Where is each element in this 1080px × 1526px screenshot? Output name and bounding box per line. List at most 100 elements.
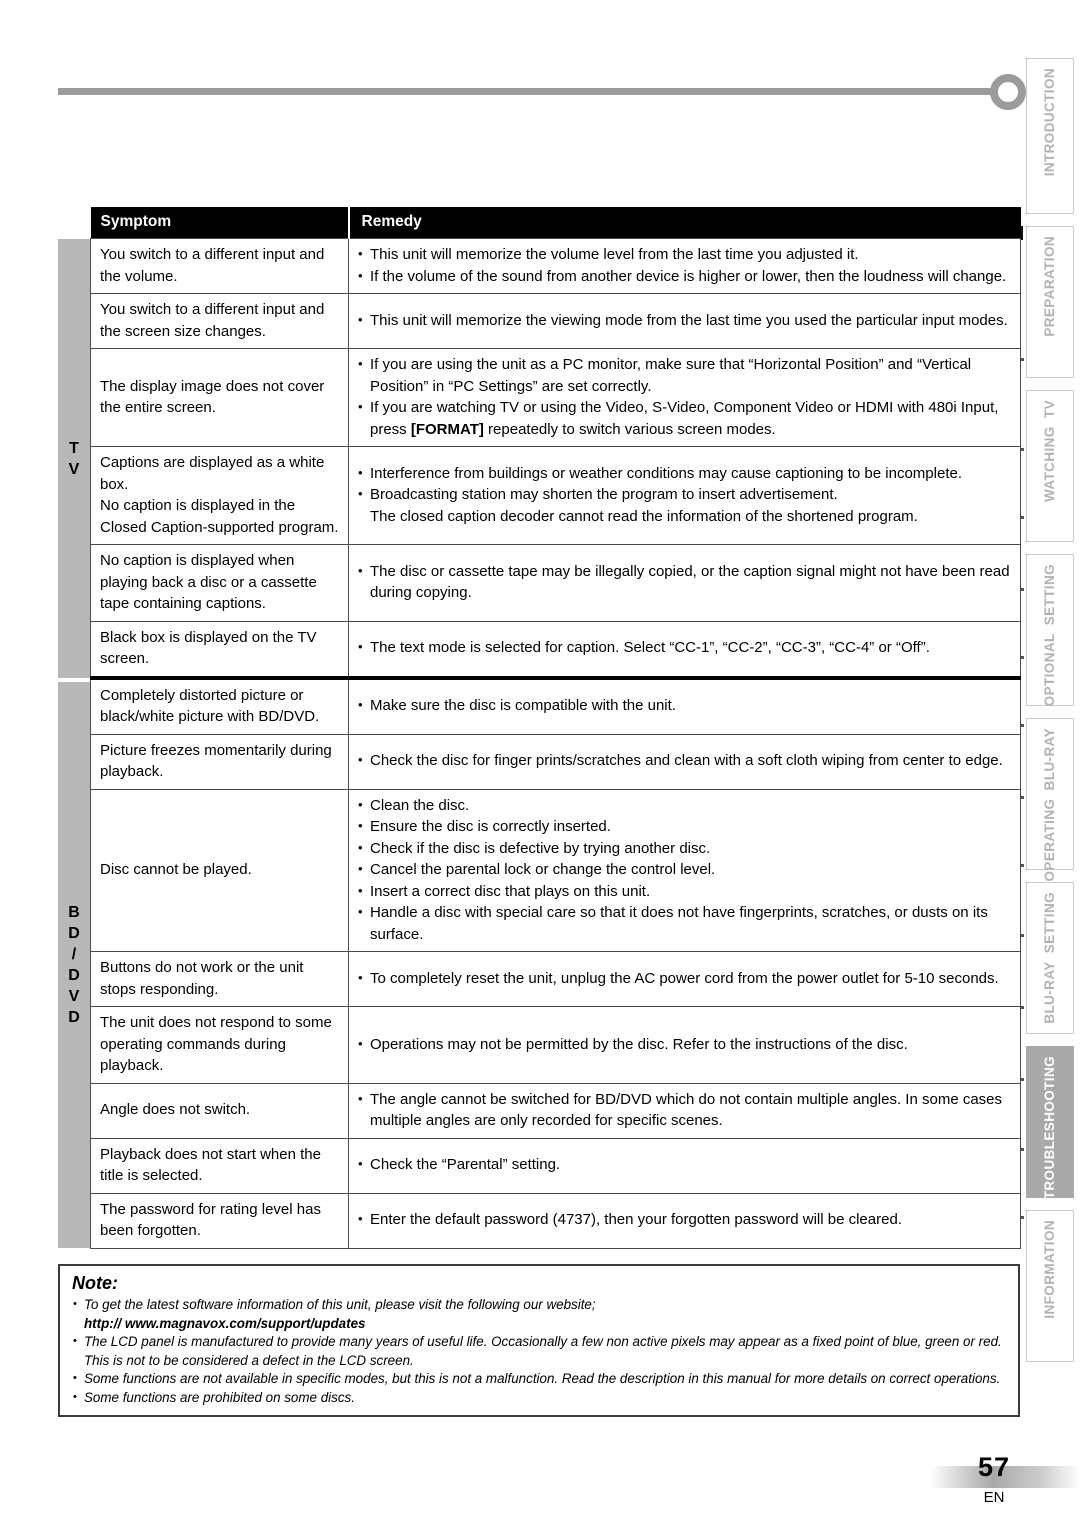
section-tab-strip: INTRODUCTION PREPARATION WATCHING TV OPTION… [1012, 58, 1076, 1388]
remedy-item: Clean the disc. [357, 794, 1014, 817]
table-row: You switch to a different input and the … [90, 238, 1021, 294]
section-tab-label: PREPARATION [1042, 236, 1057, 337]
category-label-bd-dvd: B D / D V D [68, 904, 80, 1026]
symptom-cell: Disc cannot be played. [90, 788, 349, 952]
note-item: Some functions are not available in spec… [72, 1369, 1008, 1389]
remedy-cell: This unit will memorize the viewing mode… [348, 293, 1021, 349]
table-row: Buttons do not work or the unit stops re… [90, 951, 1021, 1007]
category-label-tv: T V [68, 439, 80, 478]
symptom-cell: You switch to a different input and the … [90, 238, 349, 294]
remedy-item: This unit will memorize the volume level… [357, 243, 1014, 266]
section-tab-label: INFORMATION [1042, 1220, 1057, 1319]
symptom-text: The display image does not cover the ent… [100, 377, 325, 417]
table-row: The display image does not cover the ent… [90, 348, 1021, 447]
remedy-list: The angle cannot be switched for BD/DVD … [357, 1088, 1014, 1132]
remedy-item: The angle cannot be switched for BD/DVD … [357, 1088, 1014, 1132]
remedy-cell: The angle cannot be switched for BD/DVD … [348, 1082, 1021, 1139]
section-tab-information[interactable]: INFORMATION [1026, 1210, 1074, 1362]
symptom-cell: Angle does not switch. [90, 1082, 349, 1139]
remedy-item: If the volume of the sound from another … [357, 265, 1014, 288]
key-label: [FORMAT] [410, 420, 484, 438]
section-tab-preparation[interactable]: PREPARATION [1026, 226, 1074, 378]
table-row: Completely distorted picture or black/wh… [90, 675, 1021, 735]
remedy-item: The disc or cassette tape may be illegal… [357, 560, 1014, 604]
table-body: You switch to a different input and the … [90, 238, 1021, 1249]
section-tab-label: WATCHING TV [1042, 400, 1057, 503]
remedy-list: The text mode is selected for caption. S… [357, 636, 1014, 659]
remedy-list: Clean the disc.Ensure the disc is correc… [357, 794, 1014, 946]
symptom-cell: Buttons do not work or the unit stops re… [90, 951, 349, 1007]
remedy-item: Check the disc for finger prints/scratch… [357, 749, 1014, 772]
symptom-text: Disc cannot be played. [100, 861, 252, 878]
symptom-cell: Picture freezes momentarily during playb… [90, 733, 349, 790]
note-item: To get the latest software information o… [72, 1295, 1008, 1334]
section-tab-label: OPERATING BLU-RAY [1042, 728, 1057, 882]
remedy-list: This unit will memorize the viewing mode… [357, 309, 1014, 332]
remedy-cell: Operations may not be permitted by the d… [348, 1006, 1021, 1084]
remedy-list: Make sure the disc is compatible with th… [357, 694, 1014, 717]
note-item: Some functions are prohibited on some di… [72, 1388, 1008, 1408]
remedy-cell: Interference from buildings or weather c… [348, 446, 1021, 545]
category-bar-tv: T V [58, 239, 90, 678]
section-tab-introduction[interactable]: INTRODUCTION [1026, 58, 1074, 214]
symptom-cell: The display image does not cover the ent… [90, 348, 349, 447]
note-url[interactable]: http:// www.magnavox.com/support/updates [84, 1315, 1008, 1334]
symptom-text: Playback does not start when the title i… [100, 1145, 321, 1185]
section-tab-watching-tv[interactable]: WATCHING TV [1026, 390, 1074, 542]
symptom-text: No caption is displayed when playing bac… [100, 552, 317, 612]
section-tab-troubleshooting[interactable]: TROUBLESHOOTING [1026, 1046, 1074, 1200]
symptom-text: No caption is displayed in the Closed Ca… [100, 497, 339, 536]
table-row: Picture freezes momentarily during playb… [90, 733, 1021, 790]
remedy-item: Enter the default password (4737), then … [357, 1208, 1014, 1231]
section-tab-label: TROUBLESHOOTING [1042, 1056, 1057, 1200]
remedy-cell: The text mode is selected for caption. S… [348, 620, 1021, 678]
category-bar-bd-dvd: B D / D V D [58, 682, 90, 1248]
symptom-text: The unit does not respond to some operat… [100, 1014, 332, 1074]
remedy-list: The disc or cassette tape may be illegal… [357, 560, 1014, 604]
header-ring-decoration [990, 74, 1026, 110]
symptom-cell: You switch to a different input and the … [90, 293, 349, 349]
page-number: 57 [977, 1452, 1011, 1482]
symptom-text: The password for rating level has been f… [100, 1200, 321, 1240]
remedy-item: Operations may not be permitted by the d… [357, 1033, 1014, 1056]
page-language-code: EN [983, 1489, 1005, 1506]
remedy-list: Enter the default password (4737), then … [357, 1208, 1014, 1231]
section-tab-operating-blu-ray[interactable]: OPERATING BLU-RAY [1026, 718, 1074, 881]
remedy-list: To completely reset the unit, unplug the… [357, 967, 1014, 990]
remedy-list: Operations may not be permitted by the d… [357, 1033, 1014, 1056]
remedy-list: This unit will memorize the volume level… [357, 243, 1014, 288]
remedy-item: The closed caption decoder cannot read t… [370, 507, 918, 525]
section-tab-label: INTRODUCTION [1042, 68, 1057, 177]
table-row: You switch to a different input and the … [90, 293, 1021, 349]
remedy-item: If you are using the unit as a PC monito… [357, 353, 1014, 397]
remedy-cell: The disc or cassette tape may be illegal… [348, 544, 1021, 622]
remedy-cell: Clean the disc.Ensure the disc is correc… [348, 788, 1021, 952]
section-tab-label: OPTIONAL SETTING [1042, 564, 1057, 707]
remedy-cell: Make sure the disc is compatible with th… [348, 675, 1021, 735]
table-row: No caption is displayed when playing bac… [90, 544, 1021, 622]
symptom-cell: Completely distorted picture or black/wh… [90, 675, 349, 735]
symptom-text: You switch to a different input and the … [100, 246, 325, 285]
remedy-cell: Enter the default password (4737), then … [348, 1192, 1021, 1249]
symptom-cell: Playback does not start when the title i… [90, 1137, 349, 1194]
column-header-symptom: Symptom [90, 207, 349, 239]
remedy-item: Cancel the parental lock or change the c… [357, 858, 1014, 881]
note-list: To get the latest software information o… [72, 1295, 1008, 1408]
column-header-remedy: Remedy [347, 207, 1021, 239]
symptom-cell: The password for rating level has been f… [90, 1192, 349, 1249]
symptom-cell: Black box is displayed on the TV screen. [90, 620, 349, 678]
header-rule [58, 88, 998, 95]
section-tab-optional-setting[interactable]: OPTIONAL SETTING [1026, 554, 1074, 706]
symptom-cell: No caption is displayed when playing bac… [90, 544, 349, 622]
table-header-row: Symptom Remedy [90, 207, 1021, 239]
remedy-list: Check the disc for finger prints/scratch… [357, 749, 1014, 772]
remedy-list: If you are using the unit as a PC monito… [357, 353, 1014, 440]
remedy-list: Interference from buildings or weather c… [357, 462, 1014, 528]
note-title: Note: [72, 1273, 118, 1293]
remedy-item: Broadcasting station may shorten the pro… [357, 483, 1014, 506]
remedy-item: To completely reset the unit, unplug the… [357, 967, 1014, 990]
symptom-cell: Captions are displayed as a white box. No… [90, 446, 349, 545]
remedy-item: Check if the disc is defective by trying… [357, 837, 1014, 860]
section-tab-blu-ray-setting[interactable]: BLU-RAY SETTING [1026, 882, 1074, 1034]
remedy-cell: If you are using the unit as a PC monito… [348, 348, 1021, 447]
